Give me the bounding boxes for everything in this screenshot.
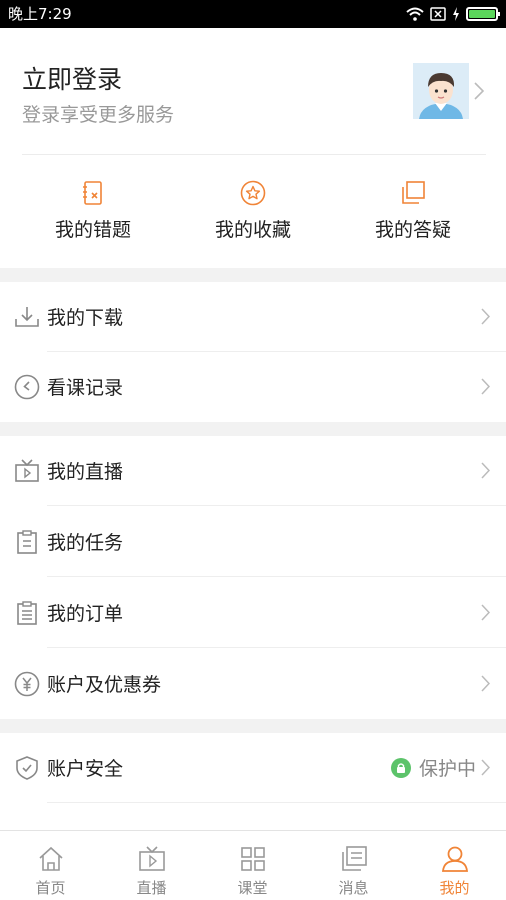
tv-icon [139,846,165,871]
tab-label: 课堂 [237,879,268,897]
divider [47,647,506,648]
bottom-tab-bar: 首页 直播 课堂 消息 我的 [0,830,506,900]
menu-item-label: 我的直播 [47,461,124,483]
order-list-icon [17,601,37,625]
security-status-text: 保护中 [418,758,476,780]
chevron-right-icon [481,675,490,692]
quick-item-label: 我的错题 [54,219,131,241]
menu-item-tasks[interactable]: 我的任务 [0,507,506,577]
no-sim-icon [430,7,446,21]
tab-classroom[interactable]: 课堂 [202,831,303,900]
divider [47,802,506,803]
qa-icon [402,181,425,204]
chevron-right-icon [481,759,490,776]
download-icon [15,307,39,327]
wrong-questions-icon [83,181,102,205]
tab-home[interactable]: 首页 [0,831,101,900]
grid-icon [241,847,265,871]
chevron-right-icon [481,308,490,325]
status-icons [406,5,500,23]
quick-item-qa[interactable]: 我的答疑 [329,155,497,268]
section-gap [0,268,506,282]
home-icon [39,846,63,871]
avatar[interactable] [413,63,469,119]
charging-icon [453,7,459,21]
login-title[interactable]: 立即登录 [22,60,122,96]
tab-label: 消息 [338,879,369,897]
section-gap [0,422,506,436]
message-icon [342,846,367,871]
avatar-image [413,63,469,119]
lock-icon [390,757,411,778]
history-clock-icon [14,374,40,400]
shield-icon [16,756,38,780]
menu-item-label: 我的任务 [47,532,124,554]
status-time: 晚上7:29 [8,5,72,23]
menu-item-downloads[interactable]: 我的下载 [0,282,506,352]
quick-item-label: 我的收藏 [214,219,291,241]
favorites-star-icon [240,180,266,206]
clipboard-task-icon [17,530,37,554]
profile-header[interactable]: 立即登录 登录享受更多服务 [0,28,506,155]
tab-live[interactable]: 直播 [101,831,202,900]
menu-item-label: 账户及优惠券 [47,674,162,696]
menu-item-label: 账户安全 [47,758,124,780]
tab-mine[interactable]: 我的 [404,831,505,900]
status-bar: 晚上7:29 [0,0,506,28]
yuan-coin-icon [14,671,40,697]
tab-label: 首页 [35,879,66,897]
user-icon [442,846,468,872]
quick-item-label: 我的答疑 [374,219,451,241]
wifi-icon [406,7,424,21]
menu-item-label: 我的订单 [47,603,124,625]
tab-label: 我的 [439,879,470,897]
quick-actions: 我的错题 我的收藏 我的答疑 [0,155,506,268]
menu-item-live[interactable]: 我的直播 [0,436,506,506]
divider [47,505,506,506]
section-gap [0,719,506,733]
menu-item-label: 看课记录 [47,377,124,399]
battery-icon [466,7,500,21]
security-status: 保护中 [390,754,476,781]
tab-messages[interactable]: 消息 [303,831,404,900]
divider [47,576,506,577]
login-subtitle: 登录享受更多服务 [22,104,175,126]
menu-item-security[interactable]: 账户安全 保护中 [0,733,506,803]
tv-icon [15,459,39,482]
menu-item-label: 我的下载 [47,307,124,329]
chevron-right-icon [481,378,490,395]
chevron-right-icon [481,462,490,479]
menu-item-coupons[interactable]: 账户及优惠券 [0,649,506,719]
menu-item-history[interactable]: 看课记录 [0,352,506,422]
tab-label: 直播 [136,879,167,897]
menu-item-orders[interactable]: 我的订单 [0,578,506,648]
chevron-right-icon [474,82,484,100]
chevron-right-icon [481,604,490,621]
quick-item-favorites[interactable]: 我的收藏 [169,155,337,268]
quick-item-wrong-questions[interactable]: 我的错题 [9,155,177,268]
